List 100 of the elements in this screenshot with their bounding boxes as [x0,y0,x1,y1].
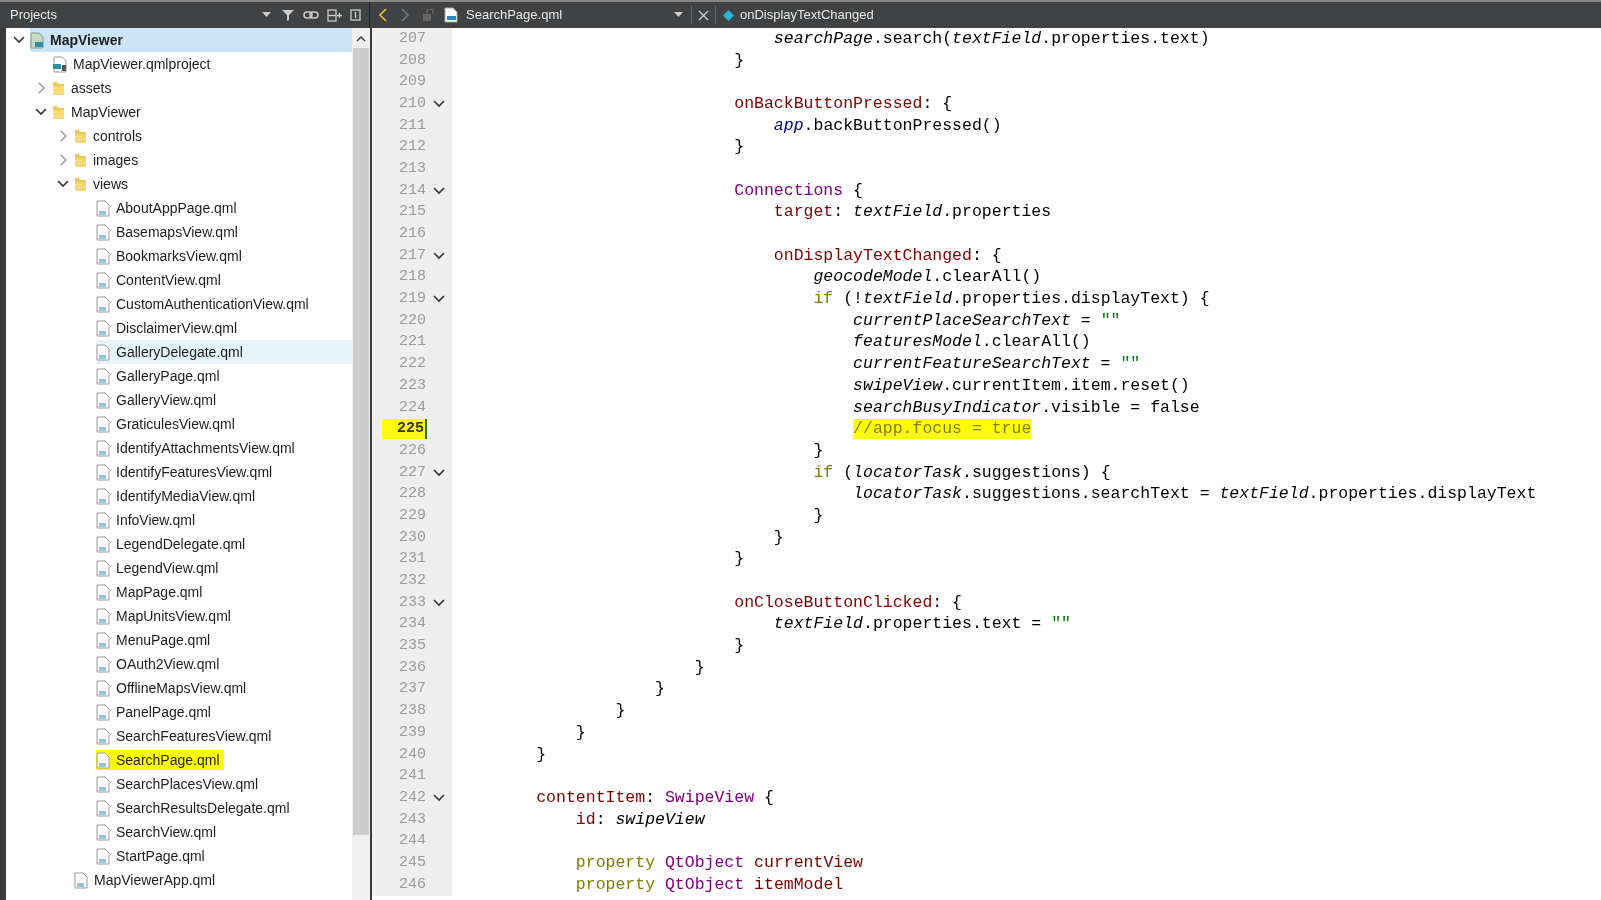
line-number: 230 [398,527,427,548]
collapsed-chevron-icon[interactable] [37,82,45,94]
tree-item[interactable]: IdentifyFeaturesView.qml [96,460,277,484]
fold-chevron-icon[interactable] [433,295,445,304]
tree-item[interactable]: assets [52,76,116,100]
tree-item[interactable]: GalleryPage.qml [96,364,224,388]
expanded-chevron-icon[interactable] [35,108,47,116]
line-number: 216 [398,224,427,245]
line-number: 233 [398,592,427,613]
qml-file-icon [74,871,88,889]
fold-chevron-icon[interactable] [433,793,445,802]
line-number: 244 [398,831,427,852]
line-number: 224 [398,397,427,418]
fold-chevron-icon[interactable] [433,468,445,477]
split-icon[interactable] [327,8,342,22]
tree-item[interactable]: SearchPage.qml [96,748,224,772]
qml-file-icon [96,775,110,793]
tree-item[interactable]: MenuPage.qml [96,628,215,652]
line-number: 212 [398,137,427,158]
close-panel-icon[interactable] [350,9,361,21]
tree-item[interactable]: GalleryDelegate.qml [96,340,352,364]
tree-item[interactable]: CustomAuthenticationView.qml [96,292,313,316]
fold-chevron-icon[interactable] [433,99,445,108]
close-icon[interactable] [698,9,709,21]
tree-item[interactable]: AboutAppPage.qml [96,196,241,220]
scrollbar[interactable] [352,28,370,900]
qml-file-icon [96,487,110,505]
line-number: 214 [398,180,427,201]
folder-icon [74,152,87,168]
code-line: if (!textField.properties.displayText) { [813,289,1210,310]
code-line: onCloseButtonClicked: { [734,592,962,613]
qml-file-icon [96,679,110,697]
scrollbar-thumb[interactable] [353,48,369,835]
tree-item[interactable]: OfflineMapsView.qml [96,676,251,700]
tree-item[interactable]: MapUnitsView.qml [96,604,235,628]
tree-item[interactable]: views [74,172,132,196]
tree-item[interactable]: MapViewer [30,28,352,52]
tree-item[interactable]: ContentView.qml [96,268,225,292]
fold-chevron-icon[interactable] [433,598,445,607]
scroll-up-icon[interactable] [356,35,366,42]
symbol-name[interactable]: onDisplayTextChanged [740,5,874,25]
tree-item[interactable]: MapPage.qml [96,580,207,604]
line-number: 209 [398,72,427,93]
code-line: } [694,657,705,678]
diamond-icon [723,9,734,21]
expanded-chevron-icon[interactable] [57,180,69,188]
line-number: 246 [398,874,427,895]
line-number: 207 [398,28,427,49]
tree-item[interactable]: DisclaimerView.qml [96,316,242,340]
line-number: 239 [398,722,427,743]
collapsed-chevron-icon[interactable] [59,154,67,166]
tree-item[interactable]: BookmarksView.qml [96,244,246,268]
tree-item[interactable]: LegendDelegate.qml [96,532,250,556]
qml-file-icon [96,703,110,721]
tree-item[interactable]: StartPage.qml [96,844,209,868]
fold-chevron-icon[interactable] [433,186,445,195]
line-number: 229 [398,505,427,526]
code-line: } [734,549,745,570]
file-name[interactable]: SearchPage.qml [466,5,674,25]
tree-item[interactable]: GalleryView.qml [96,388,221,412]
tree-item[interactable]: IdentifyMediaView.qml [96,484,260,508]
tree-item[interactable]: LegendView.qml [96,556,223,580]
tree-item[interactable]: images [74,148,143,172]
code-line: contentItem: SwipeView { [536,787,774,808]
line-number: 241 [398,766,427,787]
code-line: property QtObject currentView [575,852,863,873]
tree-item[interactable]: MapViewer.qmlproject [52,52,215,76]
tree-item[interactable]: PanelPage.qml [96,700,215,724]
code-line: textField.properties.text = "" [773,614,1071,635]
tree-item[interactable]: BasemapsView.qml [96,220,242,244]
fold-chevron-icon[interactable] [433,251,445,260]
tree-item[interactable]: OAuth2View.qml [96,652,224,676]
code-line: } [734,50,745,71]
file-icon [444,7,458,23]
link-icon[interactable] [303,10,319,20]
panel-title: Projects [10,6,58,25]
project-file-icon [52,55,67,73]
code-line: swipeView.currentItem.item.reset() [853,375,1190,396]
tree-item[interactable]: GraticulesView.qml [96,412,239,436]
tree-item[interactable]: SearchView.qml [96,820,221,844]
tree-item[interactable]: IdentifyAttachmentsView.qml [96,436,299,460]
qml-file-icon [96,631,110,649]
qml-file-icon [96,415,110,433]
code-line: app.backButtonPressed() [773,115,1002,136]
tree-item[interactable]: controls [74,124,147,148]
tree-item[interactable]: InfoView.qml [96,508,200,532]
line-number: 223 [398,375,427,396]
dropdown-caret-icon[interactable] [262,12,271,18]
filter-icon[interactable] [281,8,295,22]
tree-item[interactable]: SearchResultsDelegate.qml [96,796,294,820]
tree-item[interactable]: MapViewer [52,100,145,124]
qml-file-icon [96,271,110,289]
line-number: 238 [398,701,427,722]
code-line: } [813,505,824,526]
expanded-chevron-icon[interactable] [13,36,25,44]
dropdown-caret-icon[interactable] [674,12,683,18]
tree-item[interactable]: SearchPlacesView.qml [96,772,263,796]
collapsed-chevron-icon[interactable] [59,130,67,142]
tree-item[interactable]: MapViewerApp.qml [74,868,220,892]
tree-item[interactable]: SearchFeaturesView.qml [96,724,276,748]
